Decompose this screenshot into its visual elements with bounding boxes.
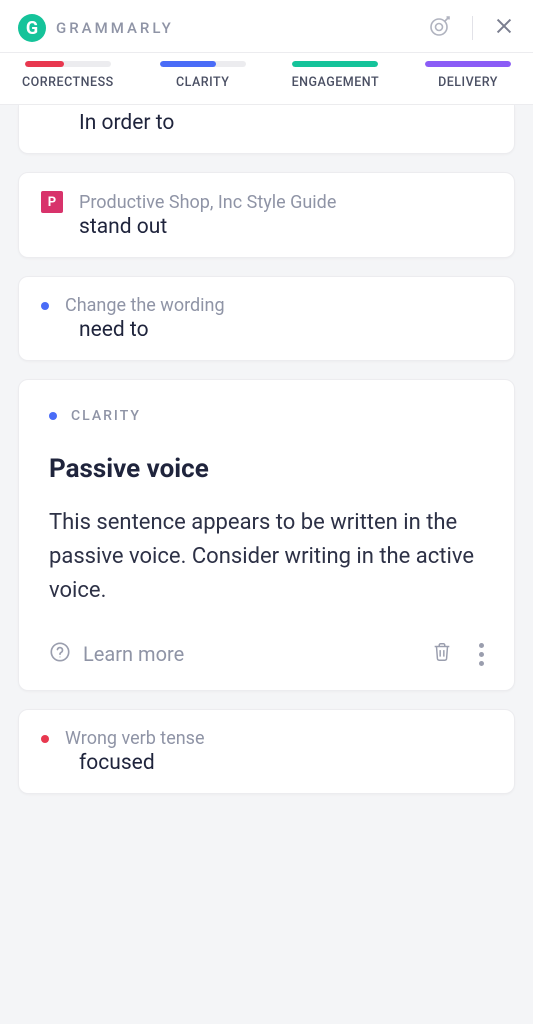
category-tabs: CORRECTNESS CLARITY ENGAGEMENT DELIVERY — [0, 53, 533, 105]
tab-clarity[interactable]: CLARITY — [160, 61, 246, 90]
suggestion-hint: Change the wording — [65, 295, 225, 316]
goals-icon[interactable] — [428, 14, 452, 42]
suggestion-card[interactable]: Change the wording need to — [18, 276, 515, 361]
tab-label: ENGAGEMENT — [292, 75, 380, 90]
category-dot-icon — [49, 412, 57, 420]
tab-correctness[interactable]: CORRECTNESS — [22, 61, 114, 90]
suggestion-card-expanded: CLARITY Passive voice This sentence appe… — [18, 379, 515, 691]
suggestion-card[interactable]: P Productive Shop, Inc Style Guide stand… — [18, 172, 515, 258]
style-guide-badge: P — [41, 191, 63, 213]
category-dot-icon — [41, 735, 49, 743]
suggestion-card[interactable]: In order to — [18, 105, 515, 154]
tab-label: CLARITY — [176, 75, 229, 90]
tab-label: CORRECTNESS — [22, 75, 114, 90]
category-dot-icon — [41, 302, 49, 310]
suggestion-hint: Productive Shop, Inc Style Guide — [79, 192, 336, 213]
header-actions — [428, 14, 515, 42]
tab-label: DELIVERY — [438, 75, 498, 90]
suggestion-text: stand out — [41, 215, 492, 239]
suggestion-text: In order to — [41, 111, 492, 135]
category-label: CLARITY — [71, 408, 141, 424]
suggestion-list: In order to P Productive Shop, Inc Style… — [0, 105, 533, 812]
close-icon[interactable] — [493, 15, 515, 41]
trash-icon[interactable] — [431, 640, 453, 668]
suggestion-body: This sentence appears to be written in t… — [49, 506, 484, 608]
learn-more-label: Learn more — [83, 642, 184, 666]
tab-engagement[interactable]: ENGAGEMENT — [292, 61, 380, 90]
divider — [472, 16, 473, 40]
brand-name: GRAMMARLY — [56, 19, 174, 37]
learn-more-button[interactable]: Learn more — [49, 641, 184, 668]
header: G GRAMMARLY — [0, 0, 533, 53]
logo-icon: G — [18, 14, 46, 42]
suggestion-hint: Wrong verb tense — [65, 728, 205, 749]
suggestion-card[interactable]: Wrong verb tense focused — [18, 709, 515, 794]
suggestion-title: Passive voice — [49, 454, 484, 484]
suggestion-text: focused — [41, 751, 492, 775]
more-icon[interactable] — [479, 643, 484, 666]
suggestion-text: need to — [41, 318, 492, 342]
brand: G GRAMMARLY — [18, 14, 174, 42]
suggestion-actions: Learn more — [49, 640, 484, 668]
tab-delivery[interactable]: DELIVERY — [425, 61, 511, 90]
help-icon — [49, 641, 71, 668]
